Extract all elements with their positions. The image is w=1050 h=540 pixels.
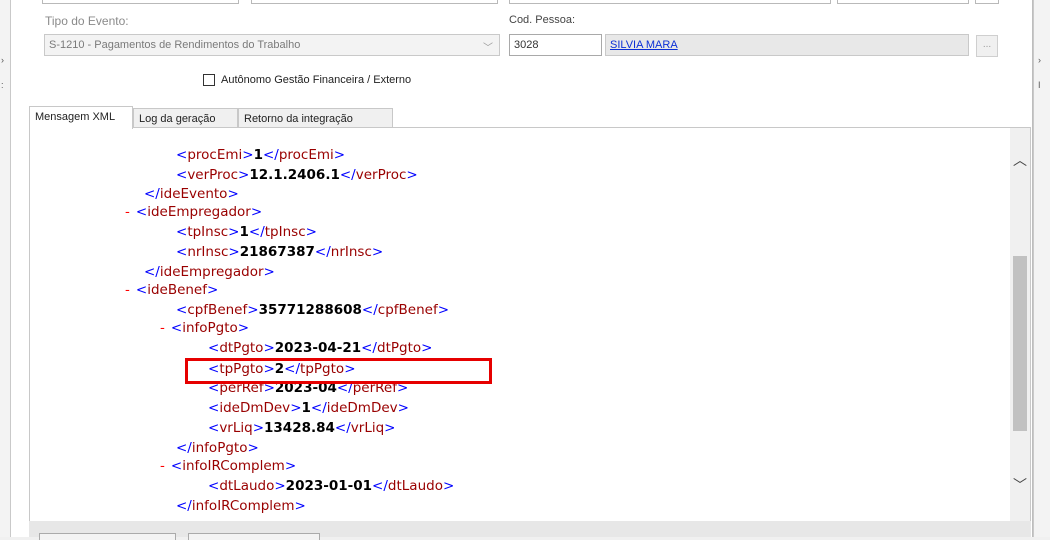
xml-value: 1 xyxy=(239,224,249,240)
lookup-pessoa-button[interactable]: ... xyxy=(976,35,998,57)
collapse-toggle[interactable]: - xyxy=(125,282,130,298)
xml-line: </ideEmpregador> xyxy=(144,264,275,280)
xml-viewer-panel: <procEmi>1</procEmi> <verProc>12.1.2406.1… xyxy=(29,127,1031,522)
autonomo-checkbox-group[interactable]: Autônomo Gestão Financeira / Externo xyxy=(203,74,411,86)
xml-line[interactable]: - <infoPgto> xyxy=(160,318,249,338)
xml-line: <tpInsc>1</tpInsc> xyxy=(176,224,317,240)
background-window-left: › : xyxy=(0,0,11,537)
xml-line: <ideDmDev>1</ideDmDev> xyxy=(208,400,409,416)
collapse-toggle[interactable]: - xyxy=(125,204,130,220)
xml-value: 35771288608 xyxy=(258,302,362,318)
xml-line: <cpfBenef>35771288608</cpfBenef> xyxy=(176,302,450,318)
xml-value: 1 xyxy=(301,400,311,416)
chevron-up-icon[interactable]: ︿ xyxy=(1013,150,1027,170)
top-field-partial xyxy=(251,0,498,4)
xml-line: <dtLaudo>2023-01-01</dtLaudo> xyxy=(208,478,455,494)
xml-value: 2023-04-21 xyxy=(274,340,362,356)
xml-line: <vrLiq>13428.84</vrLiq> xyxy=(208,420,396,436)
xml-line: <verProc>12.1.2406.1</verProc> xyxy=(176,167,418,183)
top-field-partial xyxy=(509,0,831,4)
tab-log-geracao[interactable]: Log da geração xyxy=(133,108,238,128)
collapse-toggle[interactable]: - xyxy=(160,320,165,336)
tipo-evento-select[interactable]: S-1210 - Pagamentos de Rendimentos do Tr… xyxy=(44,34,500,56)
xml-line[interactable]: - <ideBenef> xyxy=(125,280,218,300)
xml-line: </infoIRComplem> xyxy=(176,498,306,514)
top-button-partial xyxy=(975,0,999,4)
xml-value: 2023-01-01 xyxy=(285,478,373,494)
chevron-down-icon: ﹀ xyxy=(483,43,493,54)
cod-pessoa-label: Cod. Pessoa: xyxy=(509,14,576,26)
autonomo-label: Autônomo Gestão Financeira / Externo xyxy=(221,74,412,86)
tipo-evento-value: S-1210 - Pagamentos de Rendimentos do Tr… xyxy=(49,39,301,51)
top-field-partial xyxy=(42,0,239,4)
xml-line: </infoPgto> xyxy=(176,440,259,456)
xml-value: 1 xyxy=(253,147,263,163)
background-edge-mark: : xyxy=(1,80,4,90)
collapse-toggle[interactable]: - xyxy=(160,458,165,474)
tipo-evento-label: Tipo do Evento: xyxy=(45,14,129,28)
xml-line: <nrInsc>21867387</nrInsc> xyxy=(176,244,384,260)
xml-content[interactable]: <procEmi>1</procEmi> <verProc>12.1.2406.1… xyxy=(30,128,1010,521)
background-edge-mark: I xyxy=(1038,80,1041,90)
autonomo-checkbox[interactable] xyxy=(203,74,215,86)
xml-line[interactable]: - <infoIRComplem> xyxy=(160,456,296,476)
xml-value: 12.1.2406.1 xyxy=(249,167,340,183)
scrollbar-thumb[interactable] xyxy=(1013,256,1027,431)
vertical-scrollbar[interactable]: ︿ ﹀ xyxy=(1010,128,1030,521)
xml-line: </ideEvento> xyxy=(144,186,239,202)
chevron-down-icon[interactable]: ﹀ xyxy=(1013,475,1027,495)
xml-value: 13428.84 xyxy=(264,420,335,436)
xml-value: 21867387 xyxy=(239,244,315,260)
tab-retorno-integracao[interactable]: Retorno da integração xyxy=(238,108,393,128)
top-field-partial xyxy=(837,0,969,4)
bottom-button-bar xyxy=(29,521,1031,537)
background-edge-mark: › xyxy=(1038,55,1041,65)
highlight-box xyxy=(185,358,492,384)
xml-line: <procEmi>1</procEmi> xyxy=(176,147,346,163)
cod-pessoa-input[interactable]: 3028 xyxy=(509,34,602,56)
background-window-right: › I xyxy=(1033,0,1050,537)
xml-line[interactable]: - <ideEmpregador> xyxy=(125,202,262,222)
event-dialog: Tipo do Evento: S-1210 - Pagamentos de R… xyxy=(11,0,1033,540)
tab-mensagem-xml[interactable]: Mensagem XML xyxy=(29,106,133,129)
xml-line: <dtPgto>2023-04-21</dtPgto> xyxy=(208,340,433,356)
background-edge-mark: › xyxy=(1,55,4,65)
pessoa-nome-link[interactable]: SILVIA MARA xyxy=(605,34,969,56)
